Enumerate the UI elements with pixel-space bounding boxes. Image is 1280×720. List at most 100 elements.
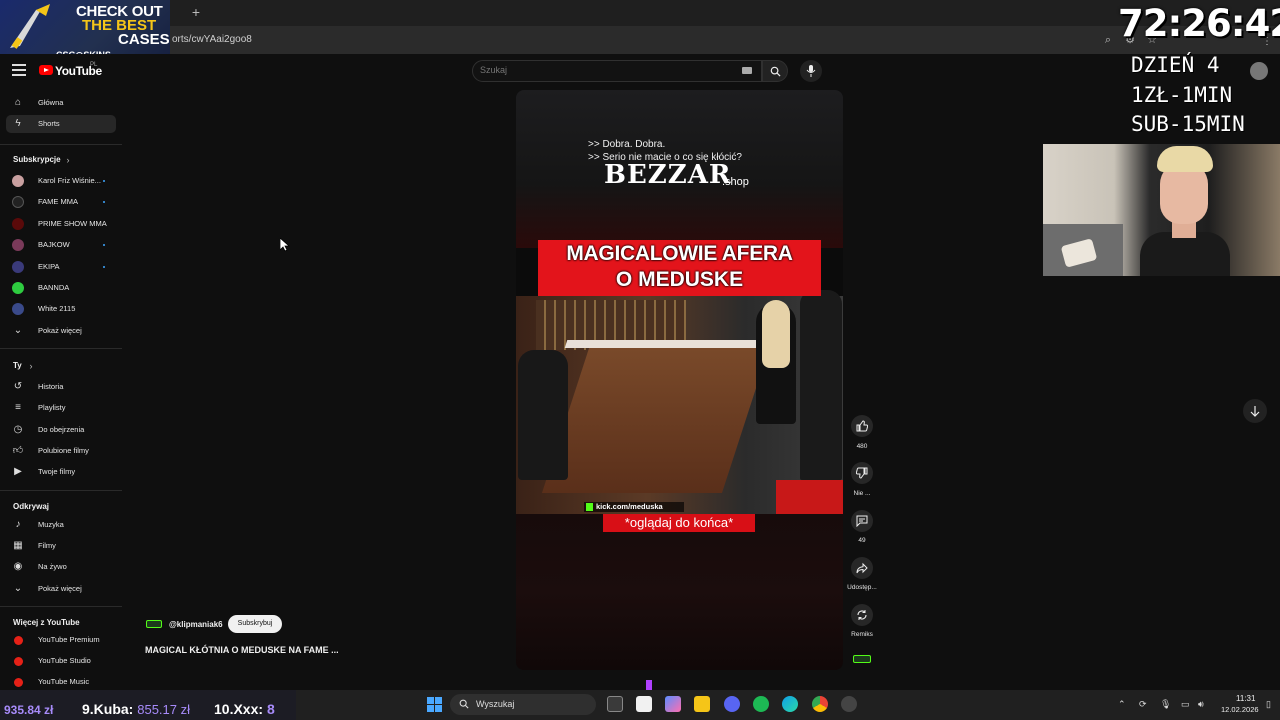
channel-thumbnail[interactable] — [853, 655, 871, 663]
subscribe-label: Subskrybuj — [237, 620, 273, 627]
sidebar-item-subscription[interactable]: Karol Friz Wiśnie... — [6, 172, 116, 190]
chrome-icon[interactable] — [812, 696, 828, 712]
sidebar-item-label: YouTube Studio — [38, 656, 91, 665]
new-content-dot — [103, 180, 105, 182]
sidebar-item-youtube-studio[interactable]: YouTube Studio — [6, 652, 116, 670]
search-input[interactable] — [480, 65, 720, 75]
country-code: PL — [90, 62, 98, 68]
sidebar-item-label: FAME MMA — [38, 197, 79, 206]
settings-icon[interactable] — [841, 696, 857, 712]
comments-button[interactable] — [851, 510, 873, 532]
copilot-icon[interactable] — [665, 696, 681, 712]
like-button[interactable] — [851, 415, 873, 437]
you-heading[interactable]: Ty — [13, 361, 22, 370]
microphone-tray-icon[interactable]: 🎙︎ — [1160, 699, 1171, 710]
taskbar-date[interactable]: 12.02.2026 — [1221, 705, 1259, 714]
search-button[interactable] — [762, 60, 788, 82]
sidebar-item-music[interactable]: ♪ Muzyka — [6, 516, 116, 534]
sidebar-item-live[interactable]: ◉ Na żywo — [6, 558, 116, 576]
sidebar-item-subscription[interactable]: FAME MMA — [6, 193, 116, 211]
windows-start-icon[interactable] — [427, 697, 442, 712]
search-icon — [459, 699, 469, 709]
chevron-right-icon[interactable]: › — [25, 360, 37, 372]
keyboard-icon[interactable] — [742, 67, 752, 74]
file-explorer-icon[interactable] — [694, 696, 710, 712]
next-short-button[interactable] — [1243, 399, 1267, 423]
new-content-dot — [103, 244, 105, 246]
sidebar-divider — [0, 144, 122, 145]
sponsor-logo: BEZZAR — [604, 160, 732, 190]
like-count: 480 — [856, 443, 868, 450]
edge-icon[interactable] — [782, 696, 798, 712]
url-text[interactable]: orts/cwYAai2goo8 — [172, 34, 252, 45]
explore-heading: Odkrywaj — [13, 502, 50, 511]
sidebar-item-subscription[interactable]: BANNDA — [6, 279, 116, 297]
discord-icon[interactable] — [724, 696, 740, 712]
channel-avatar — [12, 303, 24, 315]
home-icon: ⌂ — [14, 97, 22, 108]
volume-icon[interactable]: 🔊︎ — [1198, 699, 1204, 710]
task-view-icon[interactable] — [607, 696, 623, 712]
voice-search-button[interactable] — [800, 60, 822, 82]
zoom-icon[interactable]: ⌕ — [1102, 34, 1114, 46]
sidebar-divider — [0, 490, 122, 491]
sidebar-item-liked-videos[interactable]: 👍︎ Polubione filmy — [6, 442, 116, 460]
sidebar-item-label: Historia — [38, 382, 64, 391]
playlist-icon: ≡ — [15, 402, 21, 413]
new-tab-button[interactable]: + — [188, 4, 204, 20]
sidebar-item-label: Muzyka — [38, 520, 64, 529]
mouse-cursor-icon — [280, 238, 290, 252]
avatar[interactable] — [1250, 62, 1268, 80]
short-title[interactable]: MAGICAL KŁÓTNIA O MEDUSKE NA FAME ... — [145, 645, 339, 655]
sidebar-show-more[interactable]: ⌄ Pokaż więcej — [6, 580, 116, 598]
subscriptions-heading[interactable]: Subskrypcje — [13, 155, 61, 164]
taskbar-search-label[interactable]: Wyszukaj — [476, 699, 514, 709]
live-icon: ◉ — [13, 561, 23, 572]
sidebar-item-movies[interactable]: ▦ Filmy — [6, 537, 116, 555]
sidebar-item-playlists[interactable]: ≡ Playlisty — [6, 399, 116, 417]
person-man — [800, 290, 842, 480]
sidebar-item-label: White 2115 — [38, 304, 76, 313]
sidebar-item-history[interactable]: ↺ Historia — [6, 378, 116, 396]
store-icon[interactable] — [636, 696, 652, 712]
taskbar-time[interactable]: 11:31 — [1236, 694, 1255, 703]
kick-url: kick.com/meduska — [596, 502, 663, 511]
dislike-button[interactable] — [851, 462, 873, 484]
channel-avatar — [12, 239, 24, 251]
hamburger-menu-icon[interactable] — [12, 64, 26, 76]
channel-name[interactable]: @klipmaniak6 — [169, 620, 223, 629]
sidebar-item-youtube-premium[interactable]: YouTube Premium — [6, 631, 116, 649]
sidebar-item-home[interactable]: ⌂ Główna — [6, 94, 116, 112]
sidebar-item-watch-later[interactable]: ◷ Do obejrzenia — [6, 421, 116, 439]
share-button[interactable] — [851, 557, 873, 579]
remix-icon — [857, 610, 867, 620]
sidebar-item-your-videos[interactable]: ▶ Twoje filmy — [6, 463, 116, 481]
promo-banner: CHECK OUT THE BEST CASES CSG◎SKINS — [0, 0, 170, 60]
sidebar-show-more[interactable]: ⌄ Pokaż więcej — [6, 322, 116, 340]
remix-button[interactable] — [851, 604, 873, 626]
channel-avatar — [12, 175, 24, 187]
thumbs-up-icon — [856, 420, 868, 432]
chevron-down-icon: ⌄ — [13, 325, 23, 336]
sidebar-item-youtube-music[interactable]: YouTube Music — [6, 673, 116, 691]
subscribe-button[interactable]: Subskrybuj — [228, 615, 282, 633]
sidebar-item-shorts[interactable]: ϟ Shorts — [6, 115, 116, 133]
comment-count: 49 — [858, 537, 866, 544]
network-icon[interactable]: ▭ — [1181, 699, 1190, 710]
donor-name: 9.Kuba: — [82, 701, 134, 717]
video-title-line-1: MAGICALOWIE AFERA — [566, 242, 793, 265]
sidebar-item-subscription[interactable]: BAJKOW — [6, 236, 116, 254]
sync-icon[interactable]: ⟳ — [1139, 699, 1147, 710]
chevron-up-icon[interactable]: ⌃ — [1118, 699, 1126, 710]
sidebar-item-subscription[interactable]: PRIME SHOW MMA — [6, 215, 116, 233]
sidebar-item-subscription[interactable]: EKIPA — [6, 258, 116, 276]
youtube-logo-icon[interactable] — [39, 65, 53, 75]
stream-day: DZIEŃ 4 — [1131, 53, 1220, 77]
taskbar-search[interactable] — [450, 694, 596, 715]
notification-icon[interactable]: ▯ — [1266, 699, 1271, 710]
sidebar-item-label: Playlisty — [38, 403, 66, 412]
channel-avatar[interactable] — [146, 620, 162, 628]
spotify-icon[interactable] — [753, 696, 769, 712]
chevron-right-icon[interactable]: › — [62, 154, 74, 166]
sidebar-item-subscription[interactable]: White 2115 — [6, 300, 116, 318]
